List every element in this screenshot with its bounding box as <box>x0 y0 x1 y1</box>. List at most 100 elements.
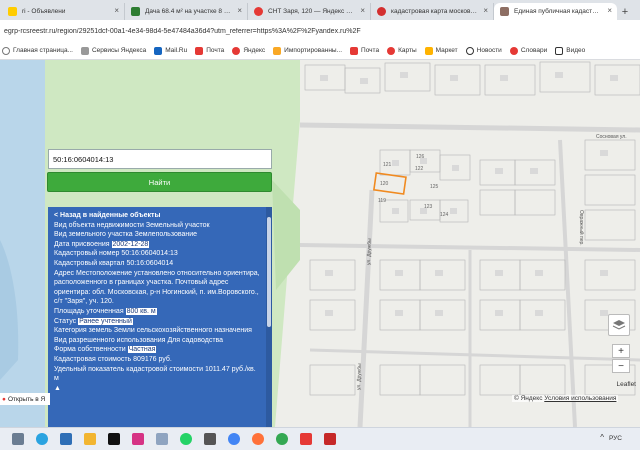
info-value: Частная <box>127 346 157 354</box>
info-value: Для садоводства <box>167 336 224 344</box>
bookmark-mail[interactable]: Почта <box>195 46 224 55</box>
info-key: Удельный показатель кадастровой стоимост… <box>54 365 203 373</box>
grid-icon <box>80 46 89 55</box>
pdf-icon[interactable] <box>324 433 336 445</box>
firefox-icon[interactable] <box>252 433 264 445</box>
whatsapp-icon[interactable] <box>180 433 192 445</box>
taskbar: ^ РУС <box>0 427 640 450</box>
info-value: 2002-12-28 <box>111 240 150 248</box>
google-icon[interactable] <box>228 433 240 445</box>
plot-number: 121 <box>383 162 392 168</box>
cadastral-number-input[interactable] <box>48 149 272 169</box>
bookmark-mailru[interactable]: Mail.Ru <box>154 46 187 55</box>
tab-title: Дача 68.4 м² на участке 8 сот. <box>145 8 231 15</box>
panel-scrollbar[interactable] <box>266 207 272 427</box>
telegram-icon[interactable] <box>36 433 48 445</box>
info-value: Землепользование <box>134 231 198 239</box>
info-key: Категория земель <box>54 327 112 335</box>
tab-title: кадастровая карта московско <box>391 8 477 15</box>
wifi-icon[interactable] <box>12 433 24 445</box>
plot-number: 126 <box>416 154 425 160</box>
bookmark-label: Карты <box>398 47 417 54</box>
layers-button[interactable] <box>608 314 630 336</box>
info-row: Площадь уточненная 800 кв. м <box>54 307 266 317</box>
info-key: Кадастровая стоимость <box>54 355 132 363</box>
tiktok-icon[interactable] <box>108 433 120 445</box>
bookmark-news[interactable]: Новости <box>465 46 502 55</box>
bookmark-maps[interactable]: Карты <box>387 46 417 55</box>
info-key: Площадь уточненная <box>54 307 124 315</box>
bookmark-label: Словари <box>520 47 548 54</box>
vk-icon[interactable] <box>60 433 72 445</box>
address-url[interactable]: egrp-rcsreestr.ru/region/29251dcf-00a1-4… <box>4 28 361 35</box>
tab-egrp[interactable]: Единая публичная кадастров × <box>494 3 617 20</box>
street-label: ул. Дружбы <box>366 238 373 265</box>
plot-number: 120 <box>380 181 389 187</box>
bookmark-label: Маркет <box>435 47 458 54</box>
yandex-attribution: © Яндекс Условия использования <box>512 395 619 402</box>
bookmark-yandex[interactable]: Яндекс <box>232 46 265 55</box>
info-key: Кадастровый квартал <box>54 259 125 267</box>
close-icon[interactable]: × <box>114 6 119 15</box>
info-value: Ранее учтенный <box>78 317 133 325</box>
info-row: Категория земель Земли сельскохозяйствен… <box>54 326 266 336</box>
scrollbar-thumb[interactable] <box>267 217 271 327</box>
map-pin-icon <box>387 46 396 55</box>
listing-favicon-icon <box>131 7 140 16</box>
bookmark-imported[interactable]: Импортированны... <box>273 46 342 55</box>
yandex-copyright: © Яндекс <box>514 395 543 402</box>
collapse-triangle-icon[interactable]: ▲ <box>54 384 266 394</box>
zoom-out-button[interactable]: − <box>612 359 630 373</box>
street-label: ул. Дружбы <box>356 363 363 390</box>
plot-number: 122 <box>415 166 424 172</box>
tab-strip: ri - Объявлени × Дача 68.4 м² на участке… <box>0 0 640 20</box>
info-row: Статус Ранее учтенный <box>54 317 266 327</box>
bookmark-label: Видео <box>566 47 586 54</box>
street-label: Сосновая ул. <box>596 134 627 140</box>
video-icon[interactable] <box>204 433 216 445</box>
tab-cadastral-search[interactable]: кадастровая карта московско × <box>371 3 494 20</box>
find-button[interactable]: Найти <box>47 172 272 192</box>
bookmark-market[interactable]: Маркет <box>424 46 458 55</box>
chrome-icon[interactable] <box>276 433 288 445</box>
bookmark-dictionary[interactable]: Словари <box>509 46 548 55</box>
yandex-icon <box>232 46 241 55</box>
instagram-icon[interactable] <box>132 433 144 445</box>
close-icon[interactable]: × <box>360 6 365 15</box>
leaflet-attribution[interactable]: Leaflet <box>616 381 636 388</box>
open-link-label: Открыть в Я <box>7 395 46 403</box>
yandex-browser-icon[interactable] <box>300 433 312 445</box>
globe-icon <box>2 46 10 55</box>
info-key: Вид разрешенного использования <box>54 336 166 344</box>
bookmarks-bar: Главная страница... Сервисы Яндекса Mail… <box>0 42 640 60</box>
bookmark-mail-2[interactable]: Почта <box>350 46 379 55</box>
map-pin-icon <box>254 7 263 16</box>
bookmark-video[interactable]: Видео <box>555 46 586 55</box>
new-tab-icon[interactable]: + <box>617 3 633 20</box>
bookmark-label: Главная страница... <box>13 47 73 54</box>
close-icon[interactable]: × <box>483 6 488 15</box>
address-bar[interactable]: egrp-rcsreestr.ru/region/29251dcf-00a1-4… <box>0 20 640 42</box>
info-key: Дата присвоения <box>54 240 110 248</box>
yandex-favicon-icon <box>377 7 386 16</box>
close-icon[interactable]: × <box>607 6 612 15</box>
tab-dacha[interactable]: Дача 68.4 м² на участке 8 сот. × <box>125 3 248 20</box>
info-value: Местоположение установлено относительно … <box>54 269 260 306</box>
tray-arrow-icon[interactable]: ^ <box>600 433 604 442</box>
zoom-in-button[interactable]: + <box>612 344 630 358</box>
close-icon[interactable]: × <box>237 6 242 15</box>
terms-link[interactable]: Условия использования <box>544 395 616 402</box>
bookmark-home[interactable]: Главная страница... <box>2 46 73 55</box>
back-to-results-link[interactable]: < Назад в найденные объекты <box>54 211 266 221</box>
calendar-icon[interactable] <box>156 433 168 445</box>
files-icon[interactable] <box>84 433 96 445</box>
tab-yandex-maps[interactable]: СНТ Заря, 120 — Яндекс Карты × <box>248 3 371 20</box>
tab-avito[interactable]: ri - Объявлени × <box>2 3 125 20</box>
bookmark-yandex-services[interactable]: Сервисы Яндекса <box>80 46 146 55</box>
info-row: Вид объекта недвижимости Земельный участ… <box>54 221 266 231</box>
language-indicator[interactable]: РУС <box>609 435 622 442</box>
info-value: 809176 руб. <box>133 355 172 363</box>
open-in-yandex-link[interactable]: ● Открыть в Я <box>0 393 50 405</box>
info-row: Форма собственности Частная <box>54 345 266 355</box>
market-icon <box>424 46 433 55</box>
